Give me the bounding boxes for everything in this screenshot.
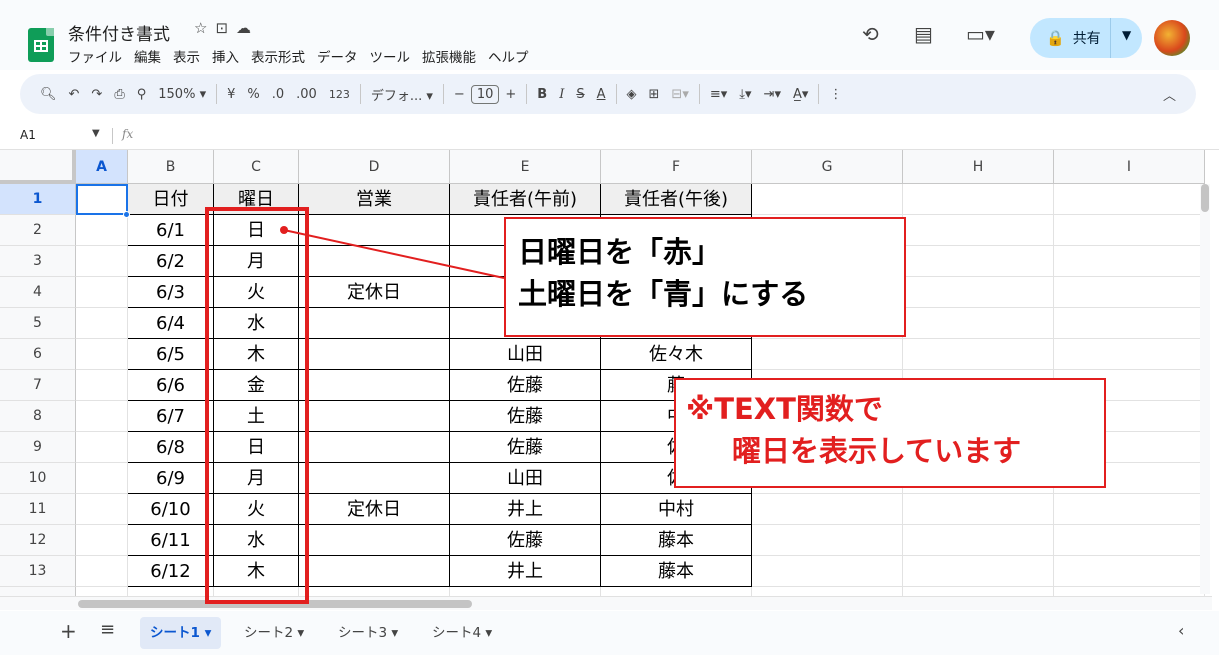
callout-line: 曜日を表示しています [732, 434, 1022, 468]
callout-line: 土曜日を「青」にする [518, 277, 809, 311]
callout-line: 日曜日を「赤」 [518, 235, 722, 269]
weekday-column-highlight [205, 207, 309, 604]
callout-line: ※TEXT関数で [686, 392, 883, 426]
callout-color-rule: 日曜日を「赤」 土曜日を「青」にする [504, 217, 906, 337]
callout-text-function-note: ※TEXT関数で 曜日を表示しています [674, 378, 1106, 488]
